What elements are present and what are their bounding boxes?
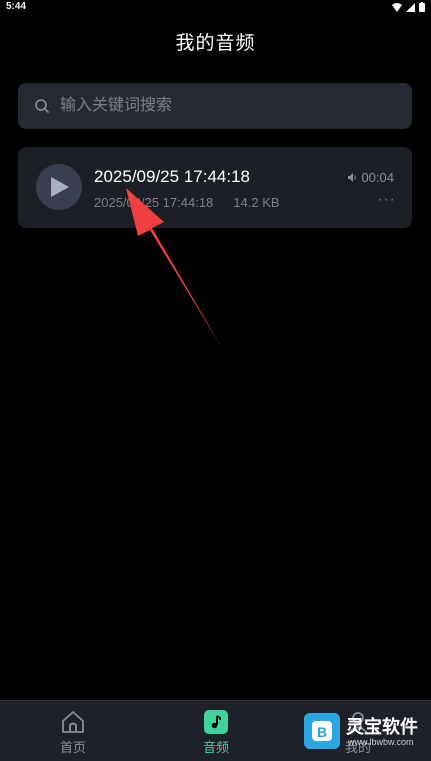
nav-item-home[interactable]: 首页 (33, 709, 113, 756)
watermark-logo-icon: B (304, 713, 340, 749)
watermark-url: www.lbwbw.com (348, 737, 414, 747)
nav-item-audio[interactable]: 音频 (176, 709, 256, 756)
home-icon (62, 711, 84, 733)
watermark-text: 灵宝软件 (346, 717, 418, 737)
annotation-arrow (126, 188, 222, 348)
nav-label-audio: 音频 (202, 740, 229, 755)
nav-label-home: 首页 (59, 740, 86, 755)
svg-text:B: B (317, 724, 327, 740)
watermark: B 灵宝软件 www.lbwbw.com (304, 711, 426, 751)
music-note-icon (204, 710, 228, 734)
